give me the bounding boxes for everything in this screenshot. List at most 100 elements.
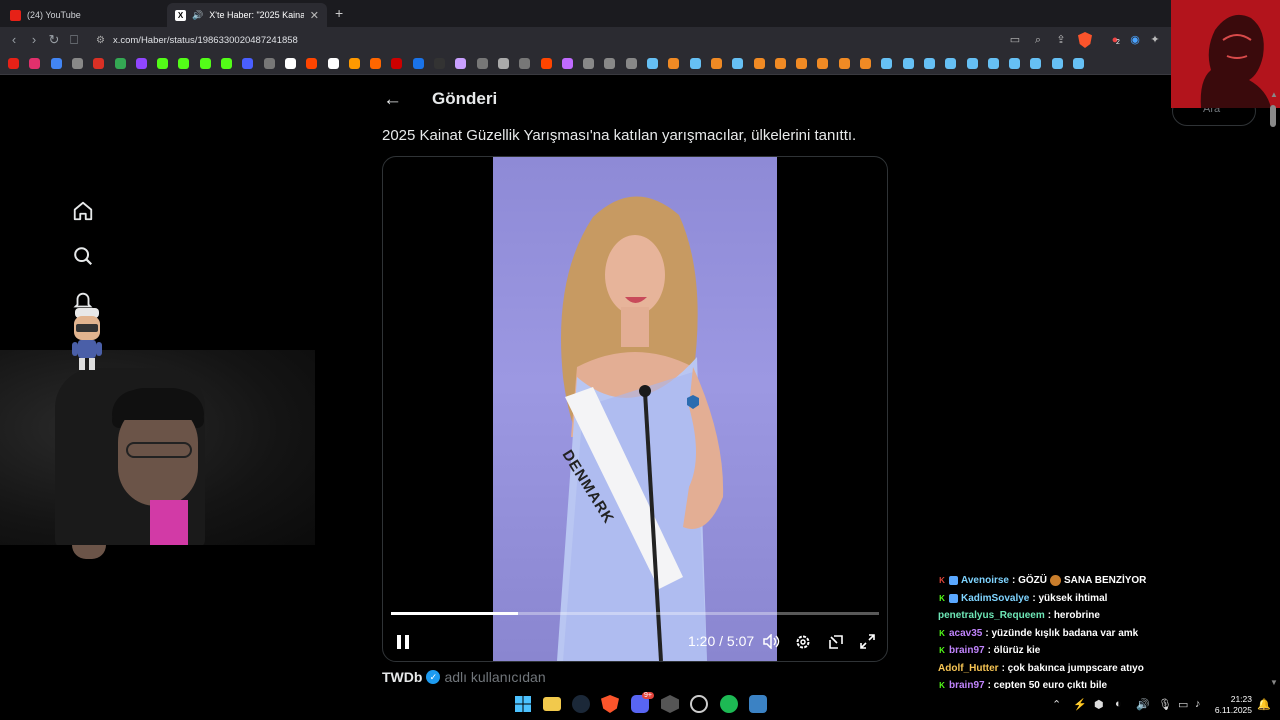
- chat-username[interactable]: acav35: [949, 628, 982, 639]
- tab-youtube[interactable]: (24) YouTube: [2, 3, 162, 27]
- back-button[interactable]: ‹: [6, 32, 22, 48]
- bookmark-favicon-icon[interactable]: [199, 58, 211, 69]
- bookmark-favicon-icon[interactable]: [135, 58, 147, 69]
- bookmark-favicon-icon[interactable]: [540, 58, 552, 69]
- bookmark-favicon-icon[interactable]: [157, 58, 169, 69]
- video-progress-bar[interactable]: [391, 612, 879, 615]
- bookmark-favicon-icon[interactable]: [412, 58, 424, 69]
- picture-in-picture-icon[interactable]: [828, 634, 844, 650]
- attribution-name[interactable]: TWDb: [382, 669, 422, 685]
- notification-center-icon[interactable]: 🔔: [1257, 698, 1271, 711]
- bookmark-favicon-icon[interactable]: [668, 58, 680, 69]
- scroll-up-arrow[interactable]: ▲: [1270, 90, 1278, 99]
- bookmark-favicon-icon[interactable]: [114, 58, 126, 69]
- bookmark-favicon-icon[interactable]: [625, 58, 637, 69]
- bookmark-favicon-icon[interactable]: [71, 58, 83, 69]
- settings-gear-icon[interactable]: [795, 634, 811, 650]
- bookmark-favicon-icon[interactable]: [710, 58, 722, 69]
- bookmark-favicon-icon[interactable]: [923, 58, 935, 69]
- home-icon[interactable]: [72, 200, 94, 222]
- video-player[interactable]: DENMARK 1:20 / 5:07: [382, 156, 888, 662]
- bookmark-favicon-icon[interactable]: [93, 58, 105, 69]
- zoom-icon[interactable]: ⌕: [1031, 33, 1045, 47]
- bookmark-favicon-icon[interactable]: [987, 58, 999, 69]
- tray-network-icon[interactable]: ▭: [1178, 698, 1188, 711]
- bookmark-favicon-icon[interactable]: [178, 58, 190, 69]
- tray-overflow-icon[interactable]: ⌃: [1052, 698, 1061, 711]
- battlenet-icon[interactable]: [749, 695, 767, 713]
- bookmark-favicon-icon[interactable]: [753, 58, 765, 69]
- scroll-down-arrow[interactable]: ▼: [1270, 678, 1278, 687]
- fullscreen-icon[interactable]: [860, 634, 875, 649]
- tray-app-icon[interactable]: ⚡: [1073, 698, 1087, 711]
- bookmark-favicon-icon[interactable]: [1073, 58, 1084, 69]
- bookmark-favicon-icon[interactable]: [519, 58, 531, 69]
- chat-username[interactable]: Adolf_Hutter: [938, 663, 999, 674]
- bookmark-favicon-icon[interactable]: [284, 58, 296, 69]
- bookmark-favicon-icon[interactable]: [838, 58, 850, 69]
- tray-volume-icon[interactable]: 🔊: [1136, 698, 1150, 711]
- new-tab-button[interactable]: +: [335, 5, 343, 21]
- bookmark-favicon-icon[interactable]: [860, 58, 871, 69]
- bookmark-favicon-icon[interactable]: [796, 58, 808, 69]
- bookmark-favicon-icon[interactable]: [1009, 58, 1021, 69]
- bookmark-favicon-icon[interactable]: [391, 58, 403, 69]
- tab-x-post[interactable]: X 🔊 X'te Haber: "2025 Kainat Güz ✕: [167, 3, 327, 27]
- bookmark-favicon-icon[interactable]: [945, 58, 957, 69]
- page-scrollbar[interactable]: [1270, 105, 1276, 127]
- bookmark-favicon-icon[interactable]: [50, 58, 62, 69]
- bookmark-favicon-icon[interactable]: [561, 58, 573, 69]
- tray-shield-icon[interactable]: ⬢: [1094, 698, 1104, 711]
- chat-username[interactable]: brain97: [949, 645, 985, 656]
- bookmark-favicon-icon[interactable]: [1030, 58, 1042, 69]
- bookmark-favicon-icon[interactable]: [263, 58, 275, 69]
- app-cube-icon[interactable]: [661, 695, 679, 713]
- file-explorer-icon[interactable]: [543, 697, 561, 711]
- share-icon[interactable]: ⇪: [1054, 33, 1068, 47]
- brave-browser-icon[interactable]: [601, 695, 619, 713]
- spotify-icon[interactable]: [720, 695, 738, 713]
- pause-icon[interactable]: [397, 635, 409, 649]
- tray-speaker-icon[interactable]: ♪: [1195, 698, 1201, 710]
- bookmark-favicon-icon[interactable]: [221, 58, 232, 69]
- bookmark-favicon-icon[interactable]: [370, 58, 382, 69]
- start-windows-icon[interactable]: [514, 695, 532, 713]
- bookmark-favicon-icon[interactable]: [732, 58, 744, 69]
- bookmark-favicon-icon[interactable]: [8, 58, 19, 69]
- bookmark-favicon-icon[interactable]: [29, 58, 41, 69]
- bookmark-favicon-icon[interactable]: [1051, 58, 1063, 69]
- video-attribution[interactable]: TWDb ✓ adlı kullanıcıdan: [382, 669, 546, 685]
- extensions-icon[interactable]: ✦: [1148, 33, 1162, 47]
- forward-button[interactable]: ›: [26, 32, 42, 48]
- bookmark-favicon-icon[interactable]: [881, 58, 893, 69]
- reload-button[interactable]: ↻: [46, 32, 62, 48]
- bookmark-favicon-icon[interactable]: [902, 58, 914, 69]
- close-tab-icon[interactable]: ✕: [310, 9, 319, 22]
- bookmark-favicon-icon[interactable]: [476, 58, 488, 69]
- site-info-icon[interactable]: ⚙: [96, 35, 105, 46]
- cast-icon[interactable]: ▭: [1008, 33, 1022, 47]
- address-bar[interactable]: ⚙ x.com/Haber/status/1986330020487241858: [90, 30, 1100, 50]
- bookmark-favicon-icon[interactable]: [604, 58, 616, 69]
- video-frame[interactable]: DENMARK: [493, 157, 777, 661]
- bookmark-favicon-icon[interactable]: [583, 58, 595, 69]
- bookmark-favicon-icon[interactable]: [434, 58, 445, 69]
- chat-username[interactable]: KadimSovalye: [961, 593, 1029, 604]
- bookmark-favicon-icon[interactable]: [689, 58, 701, 69]
- system-clock[interactable]: 21:23 6.11.2025: [1208, 694, 1252, 716]
- bookmark-favicon-icon[interactable]: [306, 58, 318, 69]
- bookmark-favicon-icon[interactable]: [774, 58, 786, 69]
- bookmark-favicon-icon[interactable]: [327, 58, 339, 69]
- bookmark-favicon-icon[interactable]: [497, 58, 509, 69]
- bookmark-favicon-icon[interactable]: [647, 58, 658, 69]
- bookmark-icon[interactable]: ⎕: [66, 32, 82, 48]
- tray-steam-icon[interactable]: ◐: [1115, 698, 1122, 710]
- bookmark-favicon-icon[interactable]: [817, 58, 829, 69]
- bookmark-favicon-icon[interactable]: [455, 58, 467, 69]
- bookmark-favicon-icon[interactable]: [966, 58, 978, 69]
- volume-icon[interactable]: [763, 634, 780, 649]
- tray-mic-icon[interactable]: 🎙: [1158, 698, 1172, 711]
- steam-icon[interactable]: [572, 695, 590, 713]
- chat-username[interactable]: Avenoirse: [961, 575, 1009, 586]
- search-icon[interactable]: [72, 245, 94, 267]
